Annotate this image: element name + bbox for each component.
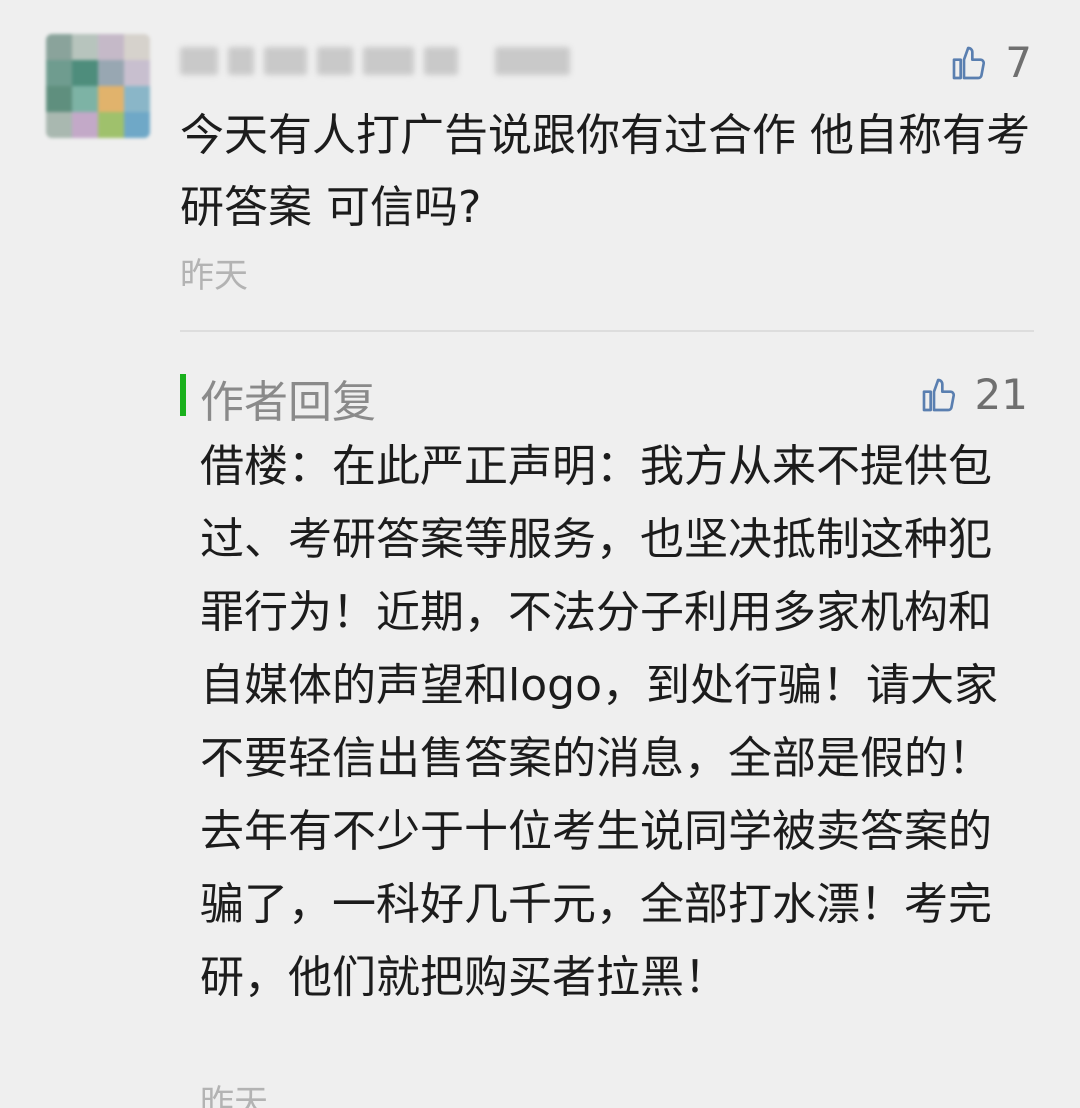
avatar-pixel <box>72 34 98 60</box>
avatar-pixel <box>72 60 98 86</box>
comment-timestamp: 昨天 <box>180 256 248 296</box>
reply-like-button[interactable]: 21 <box>919 370 1028 419</box>
avatar-pixel <box>98 34 124 60</box>
username-blurred[interactable] <box>180 38 570 84</box>
avatar-pixel <box>72 86 98 112</box>
avatar[interactable] <box>46 34 150 138</box>
avatar-pixel <box>124 34 150 60</box>
reply-timestamp: 昨天 <box>200 1083 268 1108</box>
comment-like-count: 7 <box>1005 38 1032 87</box>
avatar-pixel <box>98 60 124 86</box>
comment-text: 今天有人打广告说跟你有过合作 他自称有考研答案 可信吗? <box>180 110 1030 233</box>
avatar-pixel <box>46 34 72 60</box>
avatar-pixel <box>46 86 72 112</box>
avatar-pixel <box>124 60 150 86</box>
reply-accent-bar <box>180 374 186 416</box>
thumbs-up-icon <box>952 46 986 79</box>
divider <box>180 330 1034 332</box>
comment-like-button[interactable]: 7 <box>949 38 1032 87</box>
thumbs-up-icon <box>922 378 955 411</box>
reply-like-count: 21 <box>974 370 1028 419</box>
author-reply-label: 作者回复 <box>200 377 376 428</box>
author-reply-text: 借楼：在此严正声明：我方从来不提供包过、考研答案等服务，也坚决抵制这种犯罪行为！… <box>200 441 998 1003</box>
avatar-pixel <box>98 112 124 138</box>
avatar-pixel <box>98 86 124 112</box>
avatar-pixel <box>124 86 150 112</box>
avatar-pixel <box>46 112 72 138</box>
avatar-pixel <box>46 60 72 86</box>
comment-thread: 7 今天有人打广告说跟你有过合作 他自称有考研答案 可信吗? 昨天 作者回复 2… <box>0 0 1080 1108</box>
avatar-pixel <box>72 112 98 138</box>
avatar-pixel <box>124 112 150 138</box>
